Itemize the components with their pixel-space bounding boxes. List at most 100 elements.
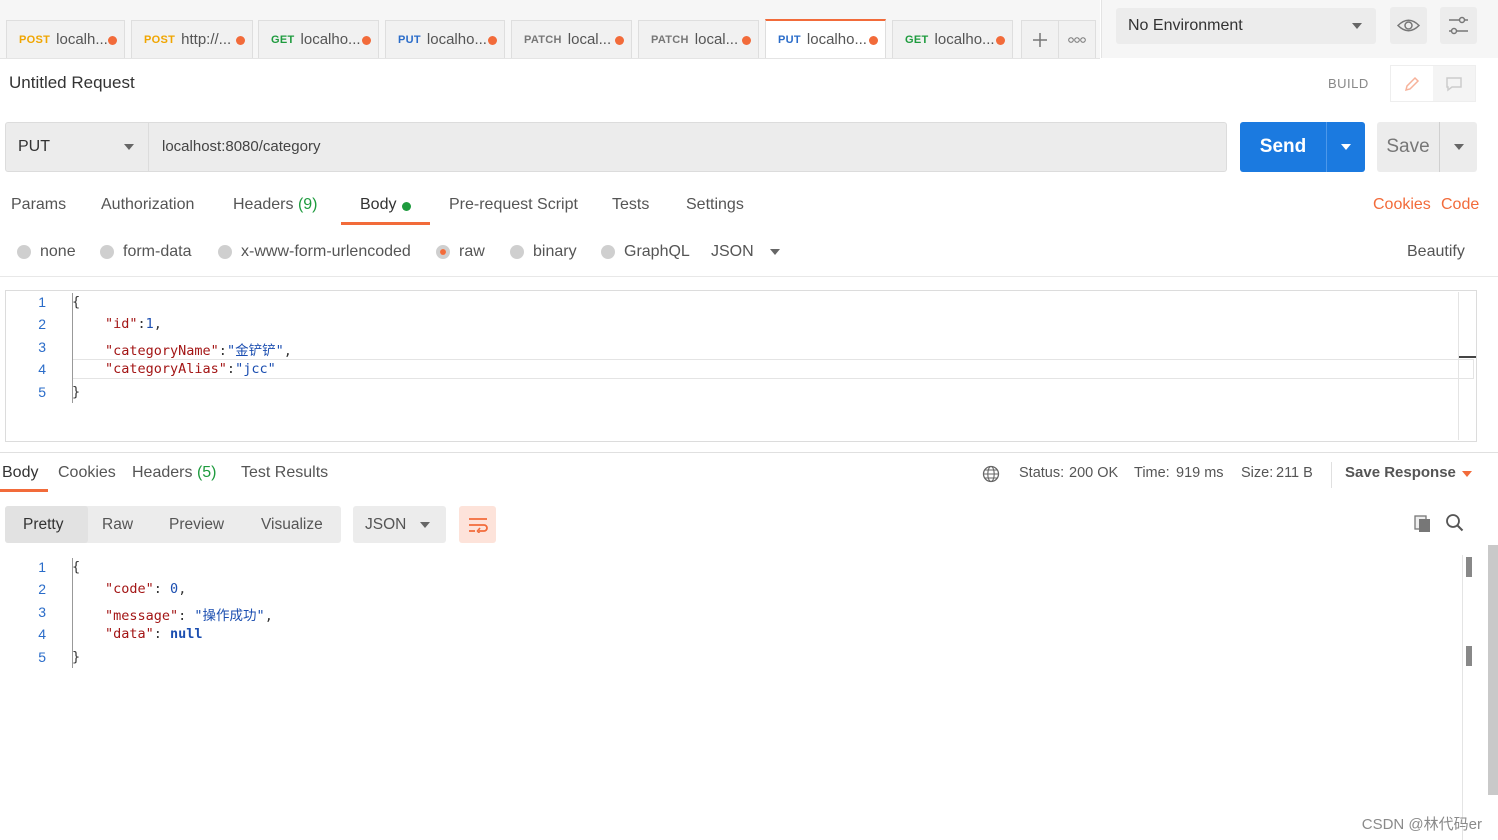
send-options-button[interactable]	[1327, 122, 1365, 172]
beautify-link[interactable]: Beautify	[1407, 243, 1465, 261]
response-format-select[interactable]: JSON	[353, 506, 446, 543]
response-tab-headers[interactable]: Headers (5)	[132, 464, 217, 482]
environment-selected: No Environment	[1128, 17, 1243, 34]
status-value[interactable]: 200 OK	[1069, 465, 1118, 481]
method-select[interactable]: PUT	[5, 122, 149, 172]
divider	[1331, 462, 1332, 488]
tab-title: http://...	[181, 31, 232, 48]
response-tab-cookies[interactable]: Cookies	[58, 464, 116, 482]
view-pretty[interactable]: Pretty	[23, 506, 63, 543]
code-brace: {	[72, 294, 81, 310]
request-tab[interactable]: POST http://...	[131, 20, 253, 58]
globe-icon-svg	[982, 465, 1000, 483]
tab-body[interactable]: Body	[360, 196, 396, 214]
tab-method: PATCH	[524, 33, 562, 46]
unsaved-dot-icon	[362, 36, 371, 45]
manage-environments-button[interactable]	[1440, 7, 1477, 44]
code-line: "message": "操作成功",	[105, 608, 273, 624]
unsaved-dot-icon	[996, 36, 1005, 45]
response-tab-body[interactable]: Body	[2, 464, 38, 482]
size-value[interactable]: 211 B	[1276, 465, 1313, 481]
tab-headers[interactable]: Headers (9)	[233, 196, 318, 214]
copy-icon[interactable]	[1410, 511, 1434, 535]
save-options-button[interactable]	[1440, 122, 1477, 172]
search-icon-svg	[1446, 514, 1464, 532]
request-name[interactable]: Untitled Request	[9, 73, 135, 93]
chevron-down-icon[interactable]	[1462, 471, 1472, 477]
code-line: "data": null	[105, 626, 203, 642]
search-icon[interactable]	[1443, 511, 1467, 535]
tab-settings[interactable]: Settings	[686, 196, 744, 214]
radio-graphql[interactable]: GraphQL	[601, 243, 690, 261]
active-tab-underline	[341, 222, 430, 225]
tab-tests[interactable]: Tests	[612, 196, 649, 214]
body-format-select[interactable]: JSON	[711, 243, 780, 261]
radio-urlencoded[interactable]: x-www-form-urlencoded	[218, 243, 411, 261]
response-headers-label: Headers	[132, 464, 193, 481]
code-line: "id":1,	[105, 316, 162, 332]
globe-icon[interactable]	[981, 464, 1001, 484]
response-scrollbar-track	[1462, 555, 1463, 840]
wrap-lines-button[interactable]	[459, 506, 496, 543]
line-number: 5	[38, 649, 46, 665]
view-preview[interactable]: Preview	[169, 506, 224, 543]
panel-divider[interactable]	[0, 452, 1498, 453]
save-button[interactable]: Save	[1377, 122, 1477, 172]
response-headers-count: (5)	[196, 464, 217, 481]
json-value: "金铲铲"	[226, 343, 284, 359]
tab-title: local...	[694, 31, 739, 48]
radio-circle	[100, 245, 114, 259]
tab-params[interactable]: Params	[11, 196, 66, 214]
comment-icon	[1446, 76, 1462, 91]
request-tab[interactable]: PUT localho...	[385, 20, 505, 58]
body-indicator-icon	[402, 202, 411, 211]
request-tab[interactable]: PATCH local...	[511, 20, 632, 58]
save-response-button[interactable]: Save Response	[1345, 464, 1456, 481]
radio-binary[interactable]: binary	[510, 243, 577, 261]
request-tab[interactable]: POST localh...	[6, 20, 125, 58]
url-input[interactable]: localhost:8080/category	[162, 138, 320, 155]
tab-prerequest-script[interactable]: Pre-request Script	[449, 196, 578, 214]
new-tab-button[interactable]	[1021, 20, 1059, 58]
watermark: CSDN @林代码er	[1361, 816, 1482, 833]
view-raw[interactable]: Raw	[102, 506, 133, 543]
more-tabs-button[interactable]	[1058, 20, 1096, 58]
request-tab-active[interactable]: PUT localho...	[765, 19, 886, 58]
tab-method: PUT	[778, 33, 801, 46]
radio-raw[interactable]: raw	[436, 243, 485, 261]
json-key: "code"	[105, 581, 154, 597]
time-value[interactable]: 919 ms	[1176, 465, 1224, 481]
radio-label: none	[40, 243, 76, 260]
comments-mode-button[interactable]	[1433, 66, 1475, 101]
unsaved-dot-icon	[488, 36, 497, 45]
request-tab[interactable]: GET localho...	[258, 20, 379, 58]
line-number: 2	[38, 581, 46, 597]
tab-method: GET	[905, 33, 929, 46]
environment-quick-look-button[interactable]	[1390, 7, 1427, 44]
send-button[interactable]: Send	[1240, 122, 1365, 172]
copy-icon-svg	[1414, 515, 1430, 532]
divider	[0, 276, 1498, 277]
save-response-label: Save Response	[1345, 464, 1456, 481]
save-label: Save	[1386, 136, 1430, 157]
request-tab[interactable]: PATCH local...	[638, 20, 759, 58]
tab-method: POST	[19, 33, 51, 46]
environment-select[interactable]: No Environment	[1116, 8, 1376, 44]
build-mode-button[interactable]	[1391, 66, 1433, 101]
tab-method: GET	[271, 33, 295, 46]
request-tab[interactable]: GET localho...	[892, 20, 1013, 58]
chevron-down-icon	[1453, 144, 1464, 150]
response-tab-test-results[interactable]: Test Results	[241, 464, 328, 482]
json-value: "操作成功"	[194, 608, 265, 624]
radio-form-data[interactable]: form-data	[100, 243, 191, 261]
cookies-link[interactable]: Cookies	[1373, 196, 1431, 214]
code-link[interactable]: Code	[1441, 196, 1479, 214]
unsaved-dot-icon	[236, 36, 245, 45]
view-visualize[interactable]: Visualize	[261, 506, 323, 543]
code-brace: {	[72, 559, 81, 575]
beautify-label: Beautify	[1407, 243, 1465, 260]
tab-authorization[interactable]: Authorization	[101, 196, 194, 214]
window-scrollbar[interactable]	[1488, 545, 1498, 795]
radio-none[interactable]: none	[17, 243, 76, 261]
chevron-down-icon	[769, 249, 780, 255]
